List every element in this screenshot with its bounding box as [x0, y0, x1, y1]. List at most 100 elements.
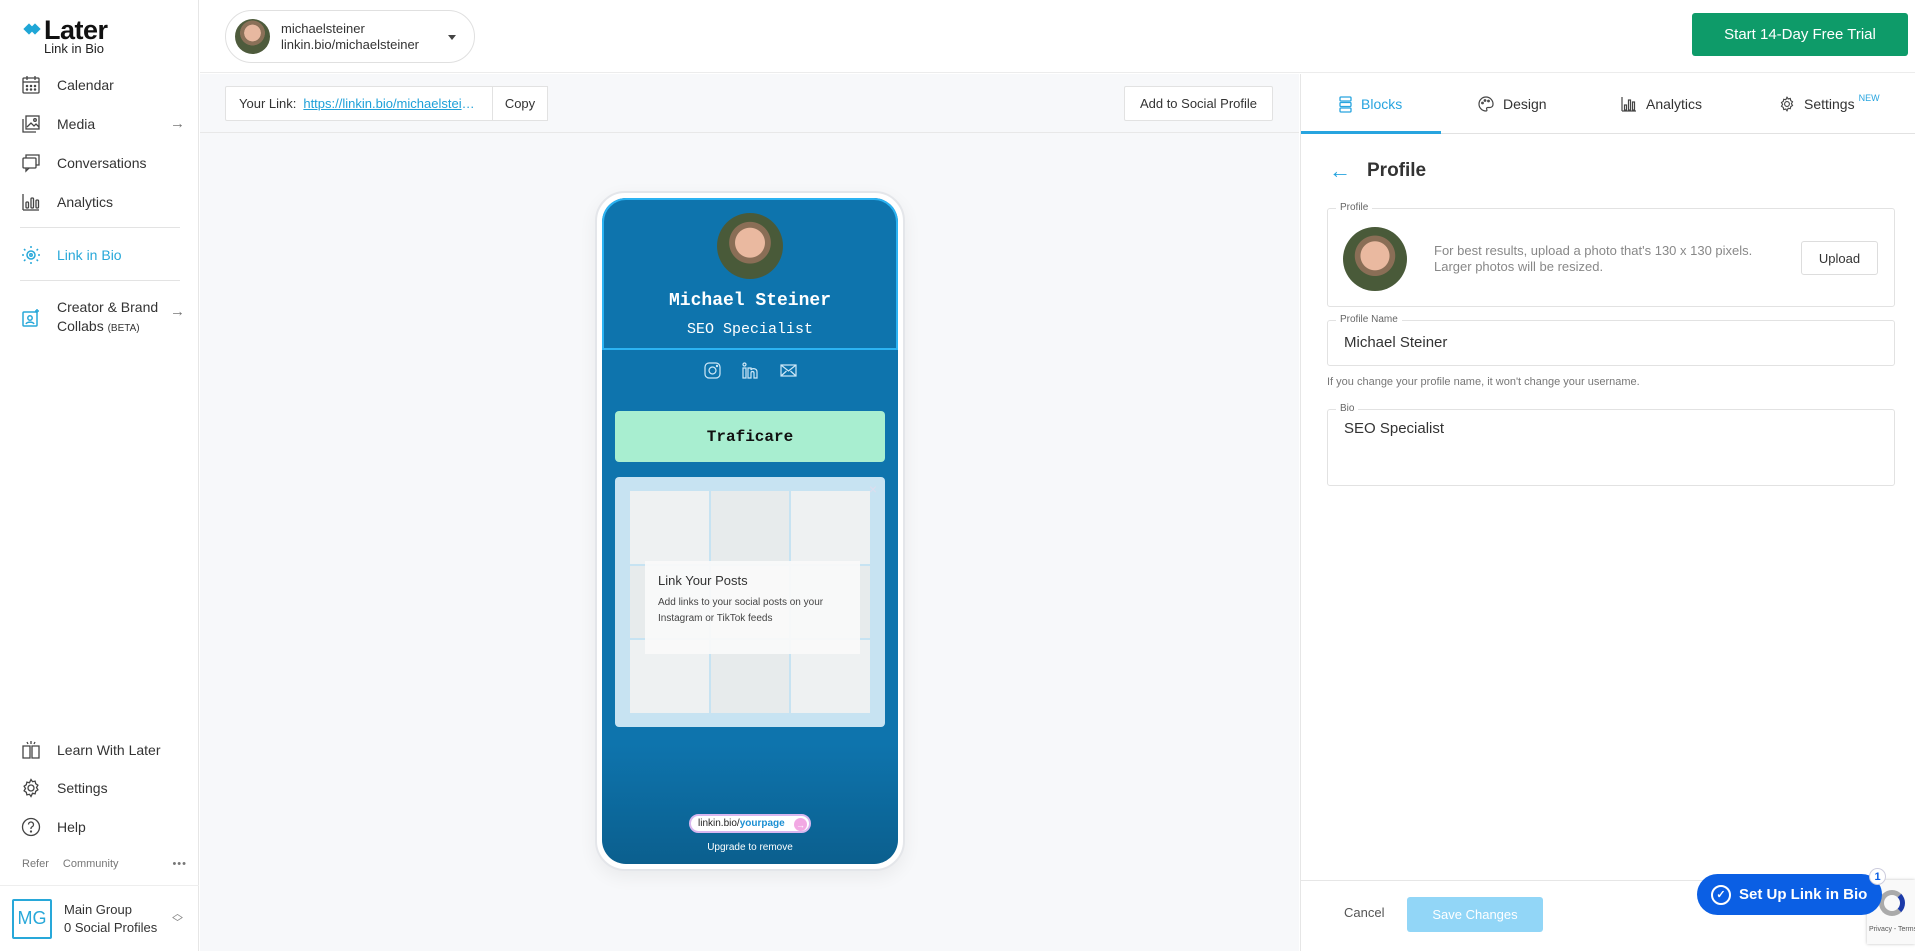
group-name: Main Group — [64, 901, 132, 917]
sidebar-divider — [20, 280, 180, 281]
tab-design[interactable]: Design — [1478, 74, 1547, 134]
refer-link[interactable]: Refer — [22, 858, 49, 870]
later-logo[interactable]: Later Link in Bio — [24, 15, 108, 56]
blocks-icon — [1339, 95, 1352, 113]
your-link-label: Your Link: — [239, 96, 297, 111]
close-icon[interactable]: × — [869, 481, 877, 497]
sidebar-item-calendar[interactable]: Calendar — [20, 71, 185, 99]
sidebar-footer-links: Refer Community ••• — [22, 858, 187, 870]
profile-photo-section: Profile For best results, upload a photo… — [1327, 202, 1895, 307]
sidebar-item-label: Settings — [57, 780, 108, 796]
profile-name-field: Profile Name — [1327, 314, 1895, 366]
sidebar-item-analytics[interactable]: Analytics — [20, 188, 185, 216]
arrow-right-icon[interactable]: → — [170, 115, 185, 132]
sidebar-item-label: Conversations — [57, 155, 147, 171]
sidebar-item-label: Help — [57, 819, 86, 835]
profile-bio: SEO Specialist — [686, 321, 814, 338]
sidebar-item-label: Analytics — [57, 194, 114, 210]
check-circle-icon: ✓ — [1711, 884, 1731, 905]
phone-preview: Michael Steiner SEO Specialist Traficare — [595, 191, 905, 871]
sidebar-item-label: Creator & Brand Collabs (BETA) — [57, 299, 159, 334]
setup-link-in-bio-button[interactable]: ✓ Set Up Link in Bio 1 — [1697, 868, 1886, 915]
caret-down-icon — [448, 35, 456, 40]
cancel-button[interactable]: Cancel — [1344, 905, 1384, 920]
avatar — [235, 19, 270, 54]
later-logo-icon — [24, 24, 42, 36]
upload-button[interactable]: Upload — [1801, 241, 1878, 275]
back-arrow-icon[interactable]: ← — [1329, 158, 1351, 184]
instagram-icon[interactable] — [703, 361, 721, 379]
sidebar-item-label: Calendar — [57, 77, 114, 93]
logo-title: Later — [44, 15, 108, 45]
bio-field: Bio SEO Specialist — [1327, 403, 1895, 486]
mail-icon[interactable] — [779, 361, 797, 379]
social-icons — [602, 361, 898, 379]
tab-analytics[interactable]: Analytics — [1621, 74, 1702, 134]
chevron-updown-icon[interactable]: ︿ ﹀ — [172, 908, 183, 928]
tab-settings[interactable]: Settings NEW — [1779, 74, 1880, 134]
save-changes-button[interactable]: Save Changes — [1407, 897, 1543, 932]
group-avatar: MG — [12, 898, 52, 939]
sidebar-item-learn[interactable]: Learn With Later — [20, 736, 185, 764]
collabs-icon — [20, 307, 42, 329]
start-trial-button[interactable]: Start 14-Day Free Trial — [1692, 13, 1908, 56]
tab-blocks[interactable]: Blocks — [1339, 74, 1402, 134]
beta-badge: (BETA) — [107, 323, 140, 334]
sidebar: Later Link in Bio Calendar Media → Conve… — [0, 0, 199, 951]
arrow-right-icon[interactable]: → — [170, 303, 185, 320]
conversations-icon — [20, 152, 42, 174]
linkedin-icon[interactable] — [741, 361, 759, 379]
profile-photo — [1343, 227, 1407, 291]
account-username: michaelsteiner — [281, 20, 365, 36]
community-link[interactable]: Community — [63, 858, 119, 870]
gear-icon — [20, 777, 42, 799]
photo-hint: For best results, upload a photo that's … — [1434, 243, 1753, 274]
gear-icon — [1779, 96, 1795, 112]
sidebar-item-settings[interactable]: Settings — [20, 774, 185, 802]
profile-name-legend: Profile Name — [1336, 314, 1402, 325]
posts-card-title: Link Your Posts — [658, 573, 748, 588]
help-icon — [20, 816, 42, 838]
profile-avatar — [717, 213, 783, 279]
account-url: linkin.bio/michaelsteiner — [281, 36, 420, 52]
logo-subtitle: Link in Bio — [44, 41, 104, 56]
your-link-url[interactable]: https://linkin.bio/michaelsteiner — [303, 96, 475, 111]
editor-panel: Blocks Design Analytics Settings NEW ← P… — [1300, 74, 1915, 951]
more-icon[interactable]: ••• — [172, 858, 187, 870]
posts-card-overlay: Link Your Posts Add links to your social… — [645, 561, 860, 654]
group-profiles-count: 0 Social Profiles — [64, 919, 158, 935]
sidebar-item-link-in-bio[interactable]: Link in Bio — [20, 241, 185, 269]
analytics-icon — [20, 191, 42, 213]
panel-title: Profile — [1367, 160, 1427, 181]
sidebar-item-creator-collabs[interactable]: Creator & Brand Collabs (BETA) → — [20, 298, 185, 338]
arrow-right-icon: → — [794, 818, 807, 831]
profile-legend: Profile — [1336, 202, 1373, 213]
recaptcha-icon — [1879, 890, 1905, 916]
sidebar-item-media[interactable]: Media → — [20, 110, 185, 138]
copy-button[interactable]: Copy — [492, 86, 548, 121]
palette-icon — [1478, 96, 1494, 112]
top-bar: michaelsteiner linkin.bio/michaelsteiner… — [200, 0, 1915, 73]
add-to-social-profile-button[interactable]: Add to Social Profile — [1124, 86, 1273, 121]
group-switcher[interactable]: MG Main Group 0 Social Profiles ︿ ﹀ — [0, 885, 199, 951]
editor-tabs: Blocks Design Analytics Settings NEW — [1301, 74, 1915, 134]
sidebar-item-label: Learn With Later — [57, 742, 161, 758]
account-switcher[interactable]: michaelsteiner linkin.bio/michaelsteiner — [225, 10, 475, 63]
sidebar-item-help[interactable]: Help — [20, 813, 185, 841]
profile-name-help: If you change your profile name, it won'… — [1327, 376, 1640, 388]
profile-header-block[interactable]: Michael Steiner SEO Specialist — [602, 198, 898, 350]
link-your-posts-card[interactable]: × Link Your Posts Add links to your soci… — [615, 477, 885, 727]
analytics-icon — [1621, 96, 1637, 112]
link-in-bio-icon — [20, 244, 42, 266]
link-button-traficare[interactable]: Traficare — [615, 411, 885, 462]
linkinbio-branding-pill[interactable]: linkin.bio/yourpage → — [689, 814, 811, 833]
profile-name-input[interactable] — [1344, 334, 1844, 351]
your-link-field: Your Link: https://linkin.bio/michaelste… — [225, 86, 493, 121]
bio-textarea[interactable]: SEO Specialist — [1344, 420, 1864, 475]
sidebar-item-label: Link in Bio — [57, 247, 122, 263]
upgrade-to-remove-link[interactable]: Upgrade to remove — [602, 842, 898, 853]
recaptcha-text[interactable]: Privacy - Terms — [1869, 926, 1915, 933]
posts-card-description: Add links to your social posts on your I… — [658, 597, 824, 624]
sidebar-item-conversations[interactable]: Conversations — [20, 149, 185, 177]
profile-name: Michael Steiner — [668, 291, 832, 311]
